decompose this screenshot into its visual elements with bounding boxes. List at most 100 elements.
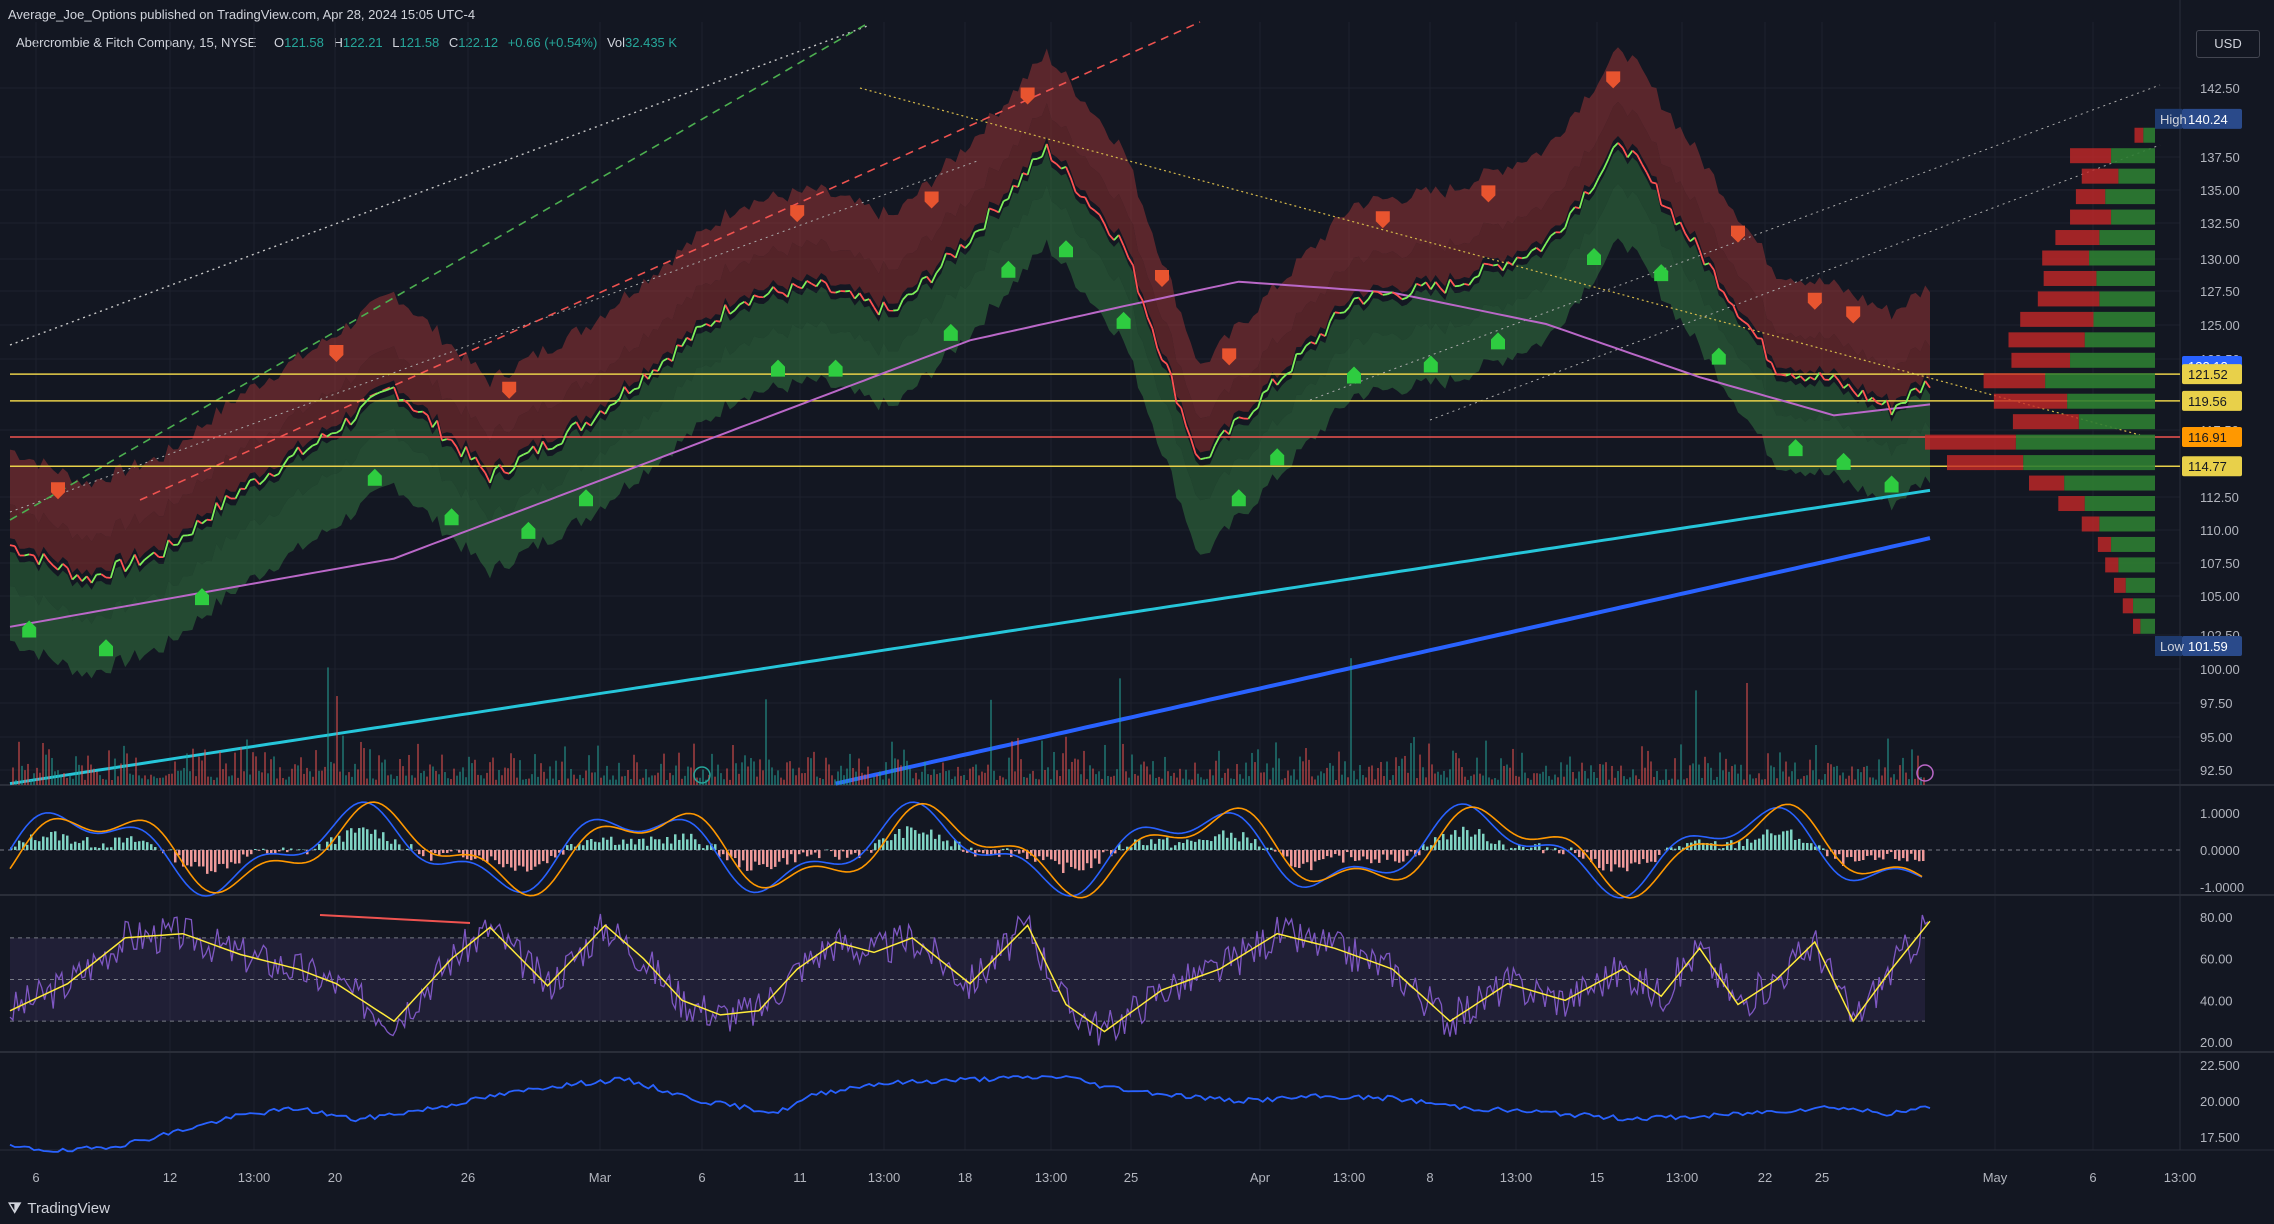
- volume-bar: [1866, 765, 1868, 785]
- volume-bar: [1839, 775, 1841, 785]
- osc-hist-bar: [34, 840, 37, 850]
- price-segment: [551, 444, 558, 450]
- osc-hist-bar: [934, 838, 937, 850]
- osc-hist-bar: [1398, 850, 1401, 863]
- volume-bar: [1638, 779, 1640, 785]
- price-segment: [153, 551, 160, 558]
- volume-bar: [948, 770, 950, 785]
- osc-hist-bar: [1406, 850, 1409, 856]
- osc-hist-bar: [450, 850, 453, 852]
- osc-hist-bar: [1846, 850, 1849, 858]
- volume-bar: [1572, 772, 1574, 785]
- osc-hist-bar: [1158, 838, 1161, 850]
- volume-bar: [1611, 765, 1613, 785]
- osc-hist-bar: [794, 850, 797, 863]
- price-segment: [1362, 298, 1370, 305]
- price-segment: [979, 228, 985, 231]
- osc-hist-bar: [610, 836, 613, 850]
- volume-bar: [1644, 767, 1646, 785]
- volume-bar: [159, 777, 161, 785]
- volume-bar: [1152, 761, 1154, 785]
- osc-hist-bar: [970, 847, 973, 850]
- osc-hist-bar: [1378, 850, 1381, 863]
- price-tick-label: 110.00: [2200, 523, 2239, 538]
- volume-bar: [1293, 769, 1295, 785]
- osc-hist-bar: [830, 850, 833, 852]
- price-segment: [1271, 378, 1278, 386]
- osc-hist-bar: [58, 840, 61, 850]
- volume-bar: [282, 778, 284, 785]
- price-tick-label: 105.00: [2200, 589, 2240, 604]
- volume-bar: [414, 777, 416, 785]
- osc-hist-bar: [898, 828, 901, 850]
- osc-hist-bar: [1038, 850, 1041, 857]
- volume-bar: [348, 772, 350, 785]
- volume-bar: [1092, 768, 1094, 785]
- volume-bar: [375, 779, 377, 785]
- price-segment: [1080, 195, 1086, 199]
- osc-hist-bar: [210, 850, 213, 872]
- price-segment: [1588, 187, 1595, 195]
- volume-bar: [171, 773, 173, 785]
- volume-bar: [1014, 771, 1016, 785]
- volume-bar: [1422, 767, 1424, 785]
- osc-hist-bar: [778, 850, 781, 862]
- volume-bar: [855, 771, 857, 785]
- osc-hist-bar: [938, 834, 941, 850]
- volume-bar: [882, 779, 884, 785]
- volume-bar: [1230, 778, 1232, 785]
- volume-bar: [1227, 768, 1229, 785]
- volume-bar: [642, 777, 644, 785]
- osc-hist-bar: [1142, 845, 1145, 850]
- osc-hist-bar: [1574, 850, 1577, 854]
- volume-bar: [1575, 778, 1577, 785]
- price-segment: [508, 468, 515, 475]
- volume-bar: [1815, 745, 1817, 785]
- osc-hist-bar: [1342, 850, 1345, 863]
- osc-hist-bar: [1302, 850, 1305, 864]
- osc-hist-bar: [678, 839, 681, 850]
- osc-hist-bar: [110, 847, 113, 850]
- profile-sell-bar: [1925, 434, 2016, 450]
- profile-buy-bar: [2111, 148, 2155, 164]
- volume-bar: [843, 775, 845, 785]
- volume-bar: [522, 779, 524, 785]
- osc-hist-bar: [190, 850, 193, 867]
- volume-bar: [1797, 779, 1799, 785]
- chart-canvas[interactable]: 6 12 13:00 20 26 Mar 6 11 13:00 18 13:00 25 Apr 13:00…: [0, 0, 2274, 1224]
- volume-bar: [213, 779, 215, 785]
- volume-bar: [531, 774, 533, 785]
- osc-hist-bar: [1494, 843, 1497, 850]
- osc-hist-bar: [1902, 850, 1905, 859]
- volume-bar: [1431, 764, 1433, 785]
- volume-bar: [849, 753, 851, 785]
- osc-hist-bar: [1058, 850, 1061, 865]
- volume-bar: [1641, 746, 1643, 785]
- volume-bar: [1269, 779, 1271, 785]
- volume-bar: [1683, 779, 1685, 785]
- volume-bar: [1551, 779, 1553, 785]
- volume-bar: [483, 778, 485, 785]
- volume-bar: [660, 763, 662, 785]
- price-segment: [441, 438, 448, 442]
- volume-bar: [1494, 778, 1496, 785]
- volume-bar: [1326, 767, 1328, 785]
- price-segment: [1098, 214, 1106, 225]
- osc-hist-bar: [1862, 850, 1865, 861]
- osc-hist-bar: [1798, 838, 1801, 850]
- osc-hist-bar: [1718, 848, 1721, 850]
- volume-bar: [1809, 759, 1811, 785]
- osc-hist-bar: [1454, 830, 1457, 850]
- price-segment: [1838, 380, 1845, 389]
- volume-bar: [1161, 778, 1163, 785]
- volume-bar: [1137, 775, 1139, 785]
- volume-bar: [1389, 779, 1391, 785]
- osc-hist-bar: [138, 841, 141, 850]
- volume-bar: [1350, 658, 1352, 785]
- volume-bar: [1032, 770, 1034, 785]
- volume-bar: [1881, 775, 1883, 785]
- price-segment: [42, 553, 50, 562]
- volume-bar: [723, 779, 725, 785]
- price-label-tag-text: High: [2160, 112, 2187, 127]
- volume-bar: [234, 752, 236, 785]
